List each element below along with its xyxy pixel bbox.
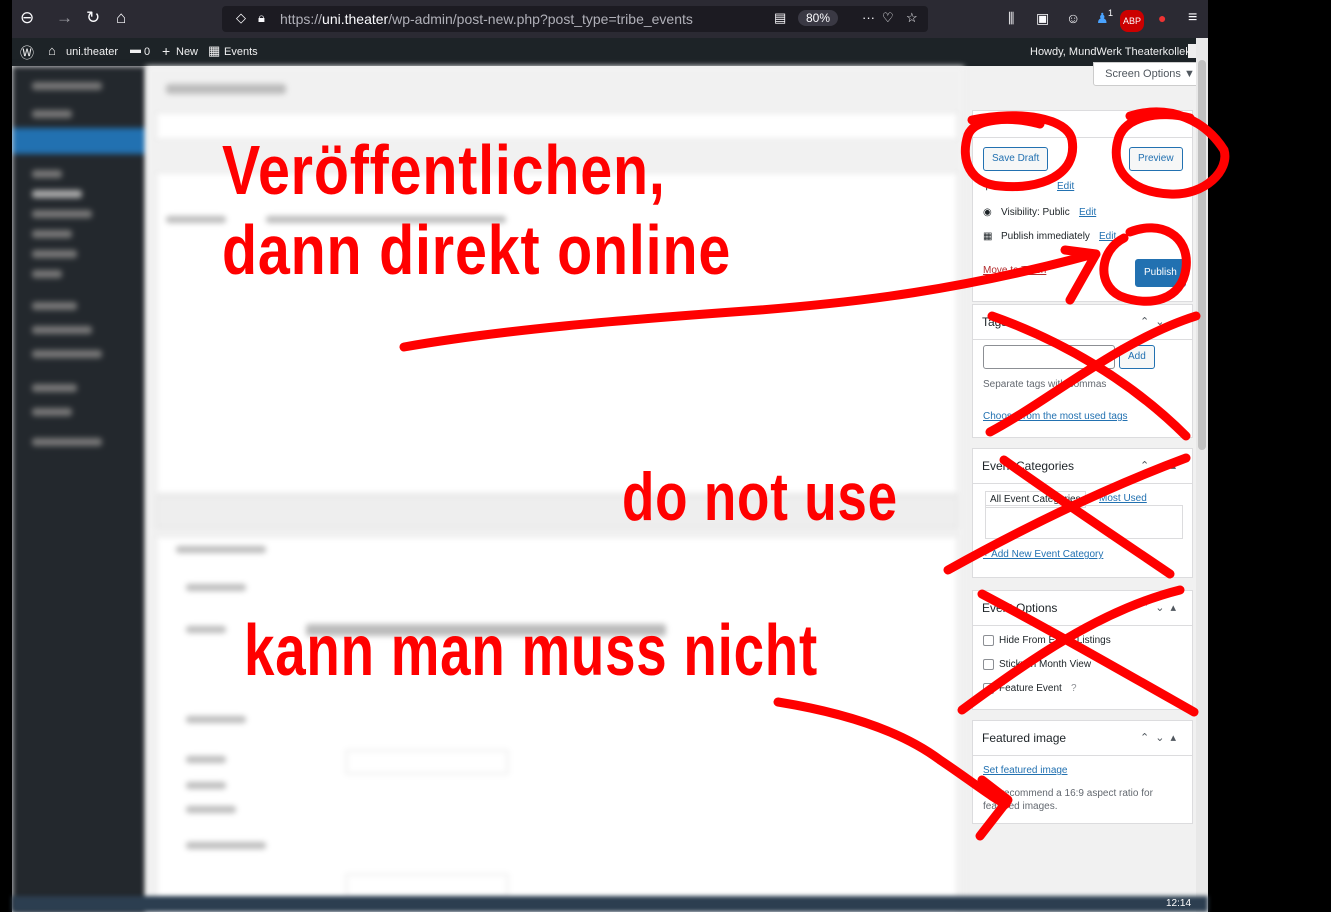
preview-circle (1111, 107, 1230, 199)
publish-circle (1099, 223, 1191, 306)
options-cross-2 (977, 589, 1199, 717)
save-draft-circle (960, 111, 1078, 192)
arrow-to-featured (773, 697, 1011, 809)
categories-cross-1 (943, 453, 1191, 575)
options-cross-1 (957, 585, 1185, 715)
annotation-line2: dann direkt online (222, 211, 732, 289)
annotation-line1: Veröffentlichen, (222, 131, 666, 209)
annotation-kann: kann man muss nicht (244, 611, 818, 691)
annotation-do-not-use: do not use (622, 459, 898, 535)
